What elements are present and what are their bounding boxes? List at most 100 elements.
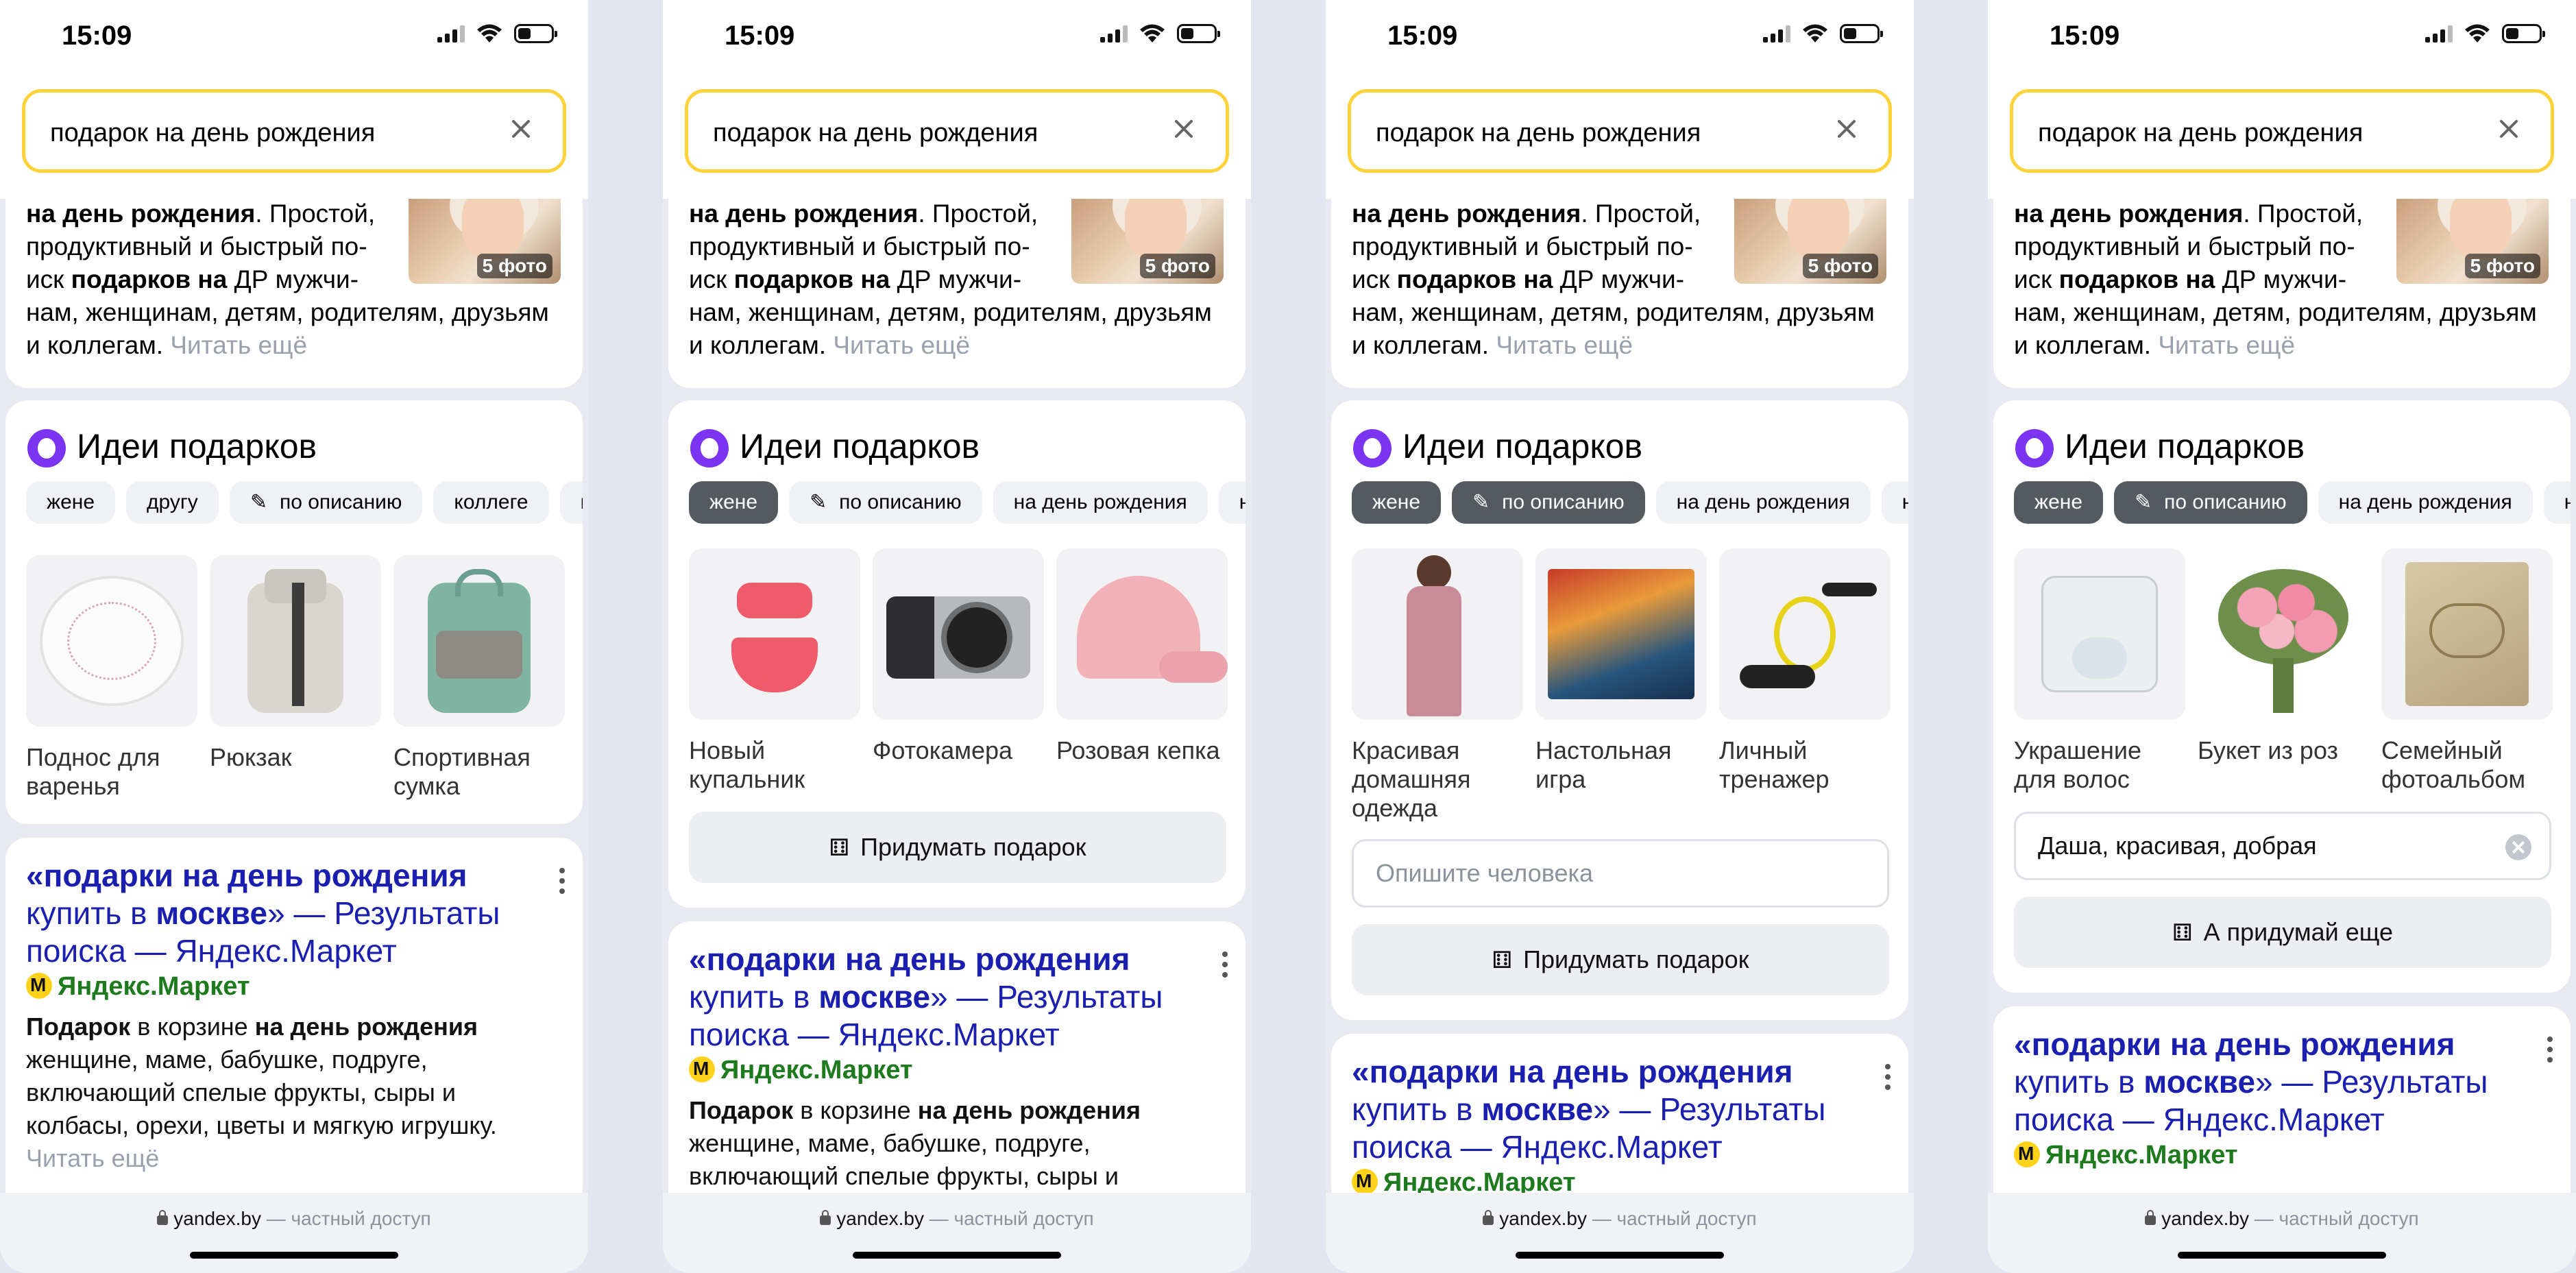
search-result-card: «подарки на день рождения купить в москв… [5,838,583,1222]
result-site[interactable]: Яндекс.Маркет [26,972,250,1002]
clear-icon[interactable] [2492,112,2526,146]
photo-thumbnail[interactable]: 5 фото [409,199,561,284]
product-item[interactable]: Фотокамера [873,548,1044,794]
results-scroll[interactable]: на день рождения. Простой, продуктивный … [663,199,1251,1264]
invent-gift-button[interactable]: ⚅ Придумать подарок [689,812,1226,883]
result-title-link[interactable]: «подарки на день рождения купить в москв… [1352,1053,1859,1166]
url-bar[interactable]: yandex.by — частный доступ [0,1208,588,1230]
more-options-icon[interactable] [559,868,565,895]
product-row: Поднос для варенья Рюкзак Спортивная сум… [26,555,565,801]
top-bar: 15:09 подарок на день рождения [663,0,1251,199]
product-item[interactable]: Спортивная сумка [393,555,565,801]
product-item[interactable]: Красивая домашняя одежда [1352,548,1523,823]
result-title-link[interactable]: «подарки на день рождения купить в москв… [26,857,533,970]
product-item[interactable]: Розовая кепка [1056,548,1228,794]
chip-birthday[interactable]: на день рождения [1655,481,1871,524]
backpack-image [210,555,381,727]
chip-new-year[interactable]: на н [1881,481,1908,524]
product-name: Поднос для варенья [26,743,160,800]
search-input[interactable]: подарок на день рождения [1348,89,1892,173]
homewear-image [1352,548,1523,720]
chip-wife[interactable]: жене [2014,481,2104,524]
camera-image [873,548,1044,720]
search-input[interactable]: подарок на день рождения [685,89,1229,173]
chip-friend[interactable]: другу [126,481,219,524]
results-scroll[interactable]: на день рождения. Простой, продуктивный … [1326,199,1914,1273]
read-more-link[interactable]: Читать ещё [26,1144,159,1172]
product-item[interactable]: Рюкзак [210,555,381,801]
chip-colleague[interactable]: коллеге [433,481,549,524]
chip-new-year[interactable]: на н [2543,481,2571,524]
result-title-link[interactable]: «подарки на день рождения купить в москв… [689,941,1196,1054]
more-options-icon[interactable] [1222,951,1228,979]
chip-row[interactable]: жене✎по описанию на день рождения на юб [689,481,1246,525]
photo-count-badge: 5 фото [1139,254,1215,278]
home-indicator[interactable] [2178,1252,2386,1259]
url-bar[interactable]: yandex.by — частный доступ [663,1208,1251,1230]
product-item[interactable]: Новый купальник [689,548,860,794]
read-more-link[interactable]: Читать ещё [1496,331,1633,359]
results-scroll[interactable]: на день рождения. Простой, продуктивный … [1988,199,2576,1273]
think-more-button[interactable]: ⚅ А придумай еще [2014,897,2551,968]
snippet-text: на день рождения. Простой, продуктивный … [26,199,376,293]
chip-wife[interactable]: жене [26,481,116,524]
chip-row[interactable]: женедругу✎по описаниюколлеге подру [26,481,583,525]
clear-input-icon[interactable] [2505,834,2531,860]
browser-bottom-bar: yandex.by — частный доступ [0,1193,588,1273]
url-bar[interactable]: yandex.by — частный доступ [1988,1208,2576,1230]
clear-icon[interactable] [1830,112,1864,146]
chip-birthday[interactable]: на день рождения [2318,481,2533,524]
chip-wife[interactable]: жене [689,481,779,524]
product-item[interactable]: Украшение для волос [2014,548,2185,794]
chip-girlfriend[interactable]: подру [559,481,583,524]
more-options-icon[interactable] [1885,1064,1891,1091]
market-logo-icon [1352,1169,1378,1195]
product-item[interactable]: Личный тренажер [1719,548,1891,823]
more-options-icon[interactable] [2547,1036,2553,1064]
result-site[interactable]: Яндекс.Маркет [689,1056,912,1085]
result-site[interactable]: Яндекс.Маркет [2014,1141,2237,1170]
chip-row[interactable]: жене✎по описанию на день рождения на н [2014,481,2571,525]
chip-anniversary[interactable]: на юб [1218,481,1246,524]
describe-person-input[interactable]: Даша, красивая, добрая [2014,812,2551,880]
invent-gift-button[interactable]: ⚅ Придумать подарок [1352,924,1889,995]
gift-ideas-card: Идеи подарков жене ✎ по описанию на день ро… [668,400,1246,908]
ideas-title: Идеи подарков [2065,427,2305,465]
alice-icon [690,429,729,468]
photo-thumbnail[interactable]: 5 фото [1071,199,1224,284]
product-item[interactable]: Поднос для варенья [26,555,197,801]
result-description: Подарок в корзине на день рождения женщи… [689,1096,1141,1190]
signal-icon [2425,25,2453,43]
chip-by-description[interactable]: ✎ по описанию [789,481,982,524]
snippet-card: на день рождения. Простой, продуктивный … [5,199,583,388]
chip-wife[interactable]: жене [1352,481,1442,524]
describe-person-input[interactable]: Опишите человека [1352,839,1889,908]
photo-thumbnail[interactable]: 5 фото [2396,199,2549,284]
chip-birthday[interactable]: на день рождения [993,481,1208,524]
search-input[interactable]: подарок на день рождения [2010,89,2554,173]
read-more-link[interactable]: Читать ещё [2158,331,2295,359]
chip-by-description[interactable]: ✎ по описанию [1452,481,1645,524]
search-input[interactable]: подарок на день рождения [22,89,566,173]
home-indicator[interactable] [853,1252,1061,1259]
product-item[interactable]: Настольная игра [1535,548,1707,823]
home-indicator[interactable] [1516,1252,1724,1259]
snippet-text-cont: нам, женщинам, детям, родителям, друзьям… [2014,298,2537,359]
sports-bag-image [393,555,565,727]
result-title-link[interactable]: «подарки на день рождения купить в москв… [2014,1026,2521,1139]
home-indicator[interactable] [190,1252,398,1259]
clear-icon[interactable] [504,112,538,146]
read-more-link[interactable]: Читать ещё [833,331,970,359]
results-scroll[interactable]: на день рождения. Простой, продуктивный … [0,199,588,1222]
chip-row[interactable]: жене✎по описаниюна день рождения на н [1352,481,1908,525]
chip-by-description[interactable]: ✎ по описанию [2114,481,2307,524]
product-item[interactable]: Семейный фотоальбом [2381,548,2553,794]
signal-icon [1100,25,1128,43]
photo-thumbnail[interactable]: 5 фото [1734,199,1886,284]
chip-by-description[interactable]: ✎ по описанию [229,481,423,524]
alice-icon [1353,429,1392,468]
read-more-link[interactable]: Читать ещё [170,331,307,359]
product-item[interactable]: Букет из роз [2198,548,2369,794]
url-bar[interactable]: yandex.by — частный доступ [1326,1208,1914,1230]
clear-icon[interactable] [1167,112,1201,146]
